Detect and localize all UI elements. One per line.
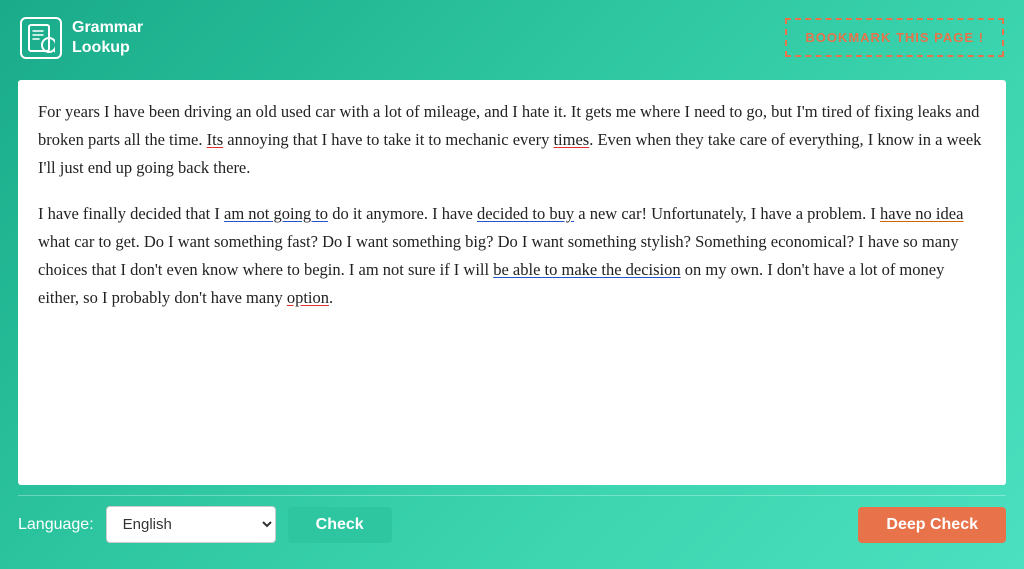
paragraph-1: For years I have been driving an old use… <box>38 98 986 182</box>
phrase-have-no-idea: have no idea <box>880 204 963 223</box>
check-button[interactable]: Check <box>288 507 392 543</box>
deep-check-button[interactable]: Deep Check <box>858 507 1006 543</box>
logo-icon <box>20 17 62 59</box>
error-its: Its <box>207 130 224 149</box>
language-label: Language: <box>18 516 94 534</box>
language-select[interactable]: English Spanish French German Italian Po… <box>106 506 276 543</box>
main-text-area[interactable]: For years I have been driving an old use… <box>18 80 1006 485</box>
error-times: times <box>553 130 589 149</box>
phrase-be-able-to-make: be able to make the decision <box>493 260 680 279</box>
phrase-decided-to-buy: decided to buy <box>477 204 574 223</box>
logo-area: Grammar Lookup <box>20 17 143 59</box>
header: Grammar Lookup BOOKMARK THIS PAGE ! <box>0 0 1024 75</box>
paragraph-2: I have finally decided that I am not goi… <box>38 200 986 312</box>
logo-text: Grammar Lookup <box>72 18 143 56</box>
footer-controls: Language: English Spanish French German … <box>0 496 1024 553</box>
phrase-am-not-going-to: am not going to <box>224 204 328 223</box>
bookmark-button[interactable]: BOOKMARK THIS PAGE ! <box>785 18 1004 57</box>
phrase-option: option <box>287 288 329 307</box>
